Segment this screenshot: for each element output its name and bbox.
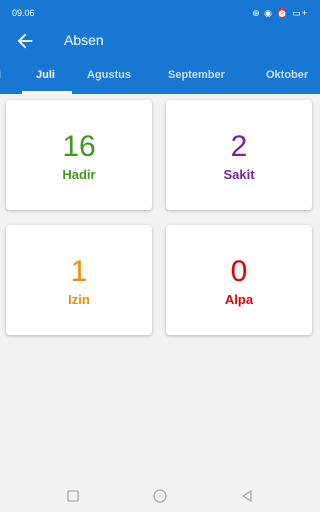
recents-icon[interactable] [66, 489, 80, 503]
alpa-card[interactable]: 0 Alpa [166, 225, 312, 335]
tab-september[interactable]: September [168, 69, 225, 81]
status-icons: ⊕ ◉ ⏰ ▭+ [252, 8, 308, 18]
alpa-label: Alpa [224, 292, 254, 307]
tab-juni[interactable]: i [0, 69, 1, 81]
home-icon[interactable] [152, 489, 168, 503]
status-bar: 09.06 ⊕ ◉ ⏰ ▭+ [0, 0, 320, 24]
izin-count: 1 [70, 255, 88, 288]
hadir-card[interactable]: 16 Hadir [6, 100, 152, 210]
hadir-label: Hadir [62, 167, 96, 182]
tab-indicator [22, 91, 72, 94]
page-title: Absen [64, 32, 104, 48]
izin-card[interactable]: 1 Izin [6, 225, 152, 335]
izin-label: Izin [68, 292, 90, 307]
tab-oktober[interactable]: Oktober [266, 69, 308, 81]
app-bar: Absen [0, 24, 320, 58]
sakit-label: Sakit [223, 167, 255, 182]
system-nav-bar [0, 480, 320, 512]
back-nav-icon[interactable] [240, 489, 254, 503]
arrow-back-icon[interactable] [14, 30, 36, 52]
sakit-count: 2 [230, 130, 248, 163]
status-time: 09.06 [12, 8, 35, 18]
sakit-card[interactable]: 2 Sakit [166, 100, 312, 210]
tab-agustus[interactable]: Agustus [87, 69, 131, 81]
tab-juli[interactable]: Juli [36, 69, 55, 81]
alpa-count: 0 [230, 255, 248, 288]
hadir-count: 16 [62, 130, 96, 163]
month-tabs: i Juli Agustus September Oktober [0, 58, 320, 94]
